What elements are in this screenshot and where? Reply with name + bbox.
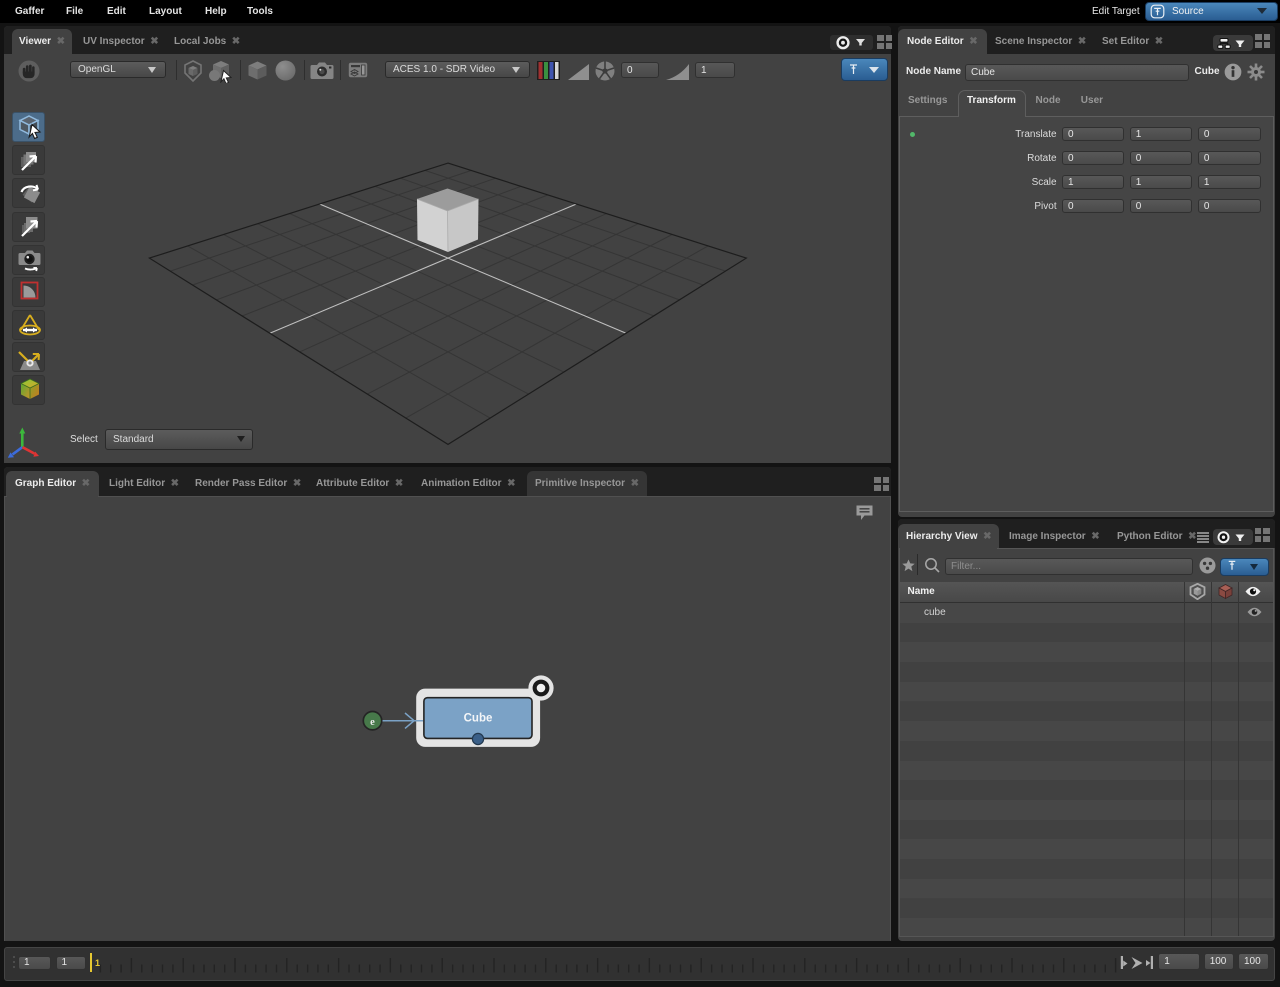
svg-text:Cube: Cube — [464, 713, 493, 725]
svg-text:e: e — [370, 717, 375, 728]
